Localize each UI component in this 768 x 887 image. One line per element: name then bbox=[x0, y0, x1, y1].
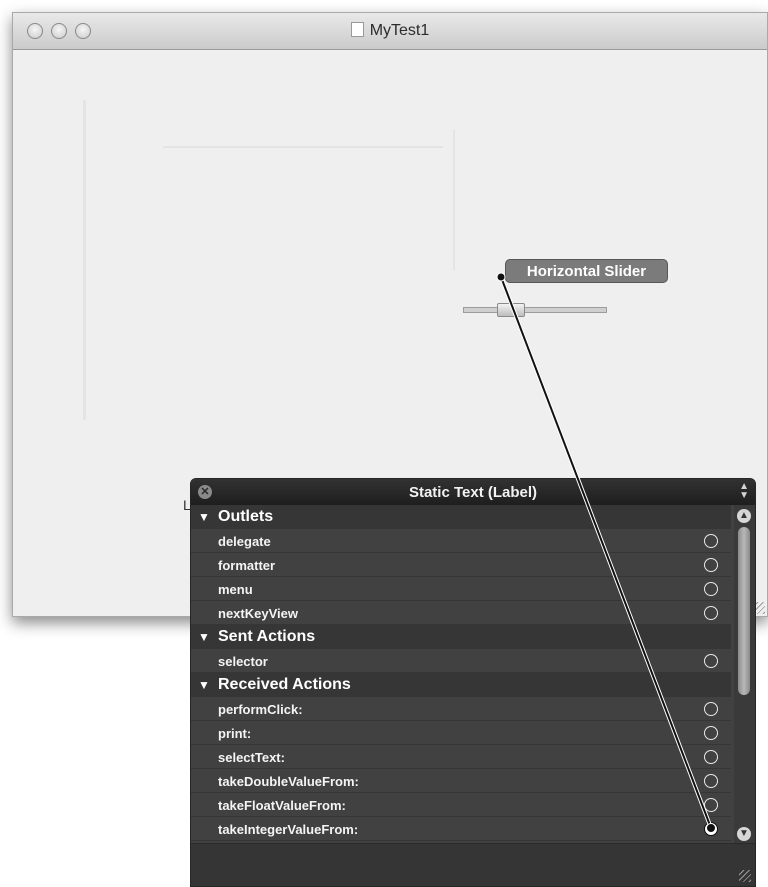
scroll-up-icon[interactable]: ▲ bbox=[737, 509, 751, 523]
hud-scrollbar[interactable]: ▲ ▼ bbox=[734, 505, 755, 845]
disclosure-triangle-icon[interactable]: ▼ bbox=[198, 630, 210, 644]
window-title-text: MyTest1 bbox=[369, 22, 430, 39]
guide-line bbox=[83, 100, 86, 420]
document-icon bbox=[350, 22, 364, 37]
outlet-row-delegate[interactable]: delegate bbox=[191, 529, 731, 553]
disclosure-triangle-icon[interactable]: ▼ bbox=[198, 510, 210, 524]
received-action-row-print[interactable]: print: bbox=[191, 721, 731, 745]
connection-circle-icon[interactable] bbox=[704, 606, 718, 620]
outlet-label: nextKeyView bbox=[218, 606, 298, 621]
outlet-row-formatter[interactable]: formatter bbox=[191, 553, 731, 577]
section-label: Outlets bbox=[218, 508, 274, 525]
received-action-row-takedoublevaluefrom[interactable]: takeDoubleValueFrom: bbox=[191, 769, 731, 793]
outlet-row-menu[interactable]: menu bbox=[191, 577, 731, 601]
received-action-row-selecttext[interactable]: selectText: bbox=[191, 745, 731, 769]
received-action-row-takefloatvaluefrom[interactable]: takeFloatValueFrom: bbox=[191, 793, 731, 817]
connection-circle-icon[interactable] bbox=[704, 534, 718, 548]
section-received-actions[interactable]: ▼ Received Actions bbox=[191, 673, 731, 697]
action-label: performClick: bbox=[218, 702, 303, 717]
section-label: Received Actions bbox=[218, 676, 351, 693]
outlet-label: menu bbox=[218, 582, 253, 597]
action-label: takeIntegerValueFrom: bbox=[218, 822, 359, 837]
connection-circle-icon[interactable] bbox=[704, 822, 718, 836]
hud-footer bbox=[191, 843, 755, 886]
window-titlebar[interactable]: MyTest1 bbox=[13, 13, 767, 50]
popup-arrows-icon[interactable]: ▲ ▼ bbox=[739, 482, 749, 501]
received-action-row-performclick[interactable]: performClick: bbox=[191, 697, 731, 721]
disclosure-triangle-icon[interactable]: ▼ bbox=[198, 678, 210, 692]
window-title: MyTest1 bbox=[13, 22, 767, 40]
connection-circle-icon[interactable] bbox=[704, 798, 718, 812]
slider-knob[interactable] bbox=[497, 303, 525, 317]
connections-panel: ✕ Static Text (Label) ▲ ▼ ▼ Outlets deleg… bbox=[190, 478, 756, 887]
connection-circle-icon[interactable] bbox=[704, 702, 718, 716]
outlet-label: delegate bbox=[218, 534, 271, 549]
scroll-down-icon[interactable]: ▼ bbox=[737, 827, 751, 841]
sent-action-row-selector[interactable]: selector bbox=[191, 649, 731, 673]
outlet-row-nextkeyview[interactable]: nextKeyView bbox=[191, 601, 731, 625]
action-label: selector bbox=[218, 654, 268, 669]
connection-circle-icon[interactable] bbox=[704, 726, 718, 740]
connection-circle-icon[interactable] bbox=[704, 750, 718, 764]
action-label: print: bbox=[218, 726, 252, 741]
screen: MyTest1 Label Horizontal Slider ✕ Static… bbox=[0, 0, 768, 887]
connections-list: ▼ Outlets delegate formatter menu nextKe… bbox=[191, 505, 731, 845]
hud-title: Static Text (Label) bbox=[408, 484, 538, 501]
slider-name-badge: Horizontal Slider bbox=[505, 259, 668, 283]
connection-circle-icon[interactable] bbox=[704, 774, 718, 788]
guide-line bbox=[163, 146, 443, 148]
connection-circle-icon[interactable] bbox=[704, 654, 718, 668]
slider-track bbox=[463, 307, 607, 313]
action-label: selectText: bbox=[218, 750, 285, 765]
received-action-row-takeintegervaluefrom[interactable]: takeIntegerValueFrom: bbox=[191, 817, 731, 841]
horizontal-slider[interactable] bbox=[463, 303, 607, 317]
section-outlets[interactable]: ▼ Outlets bbox=[191, 505, 731, 529]
action-label: takeFloatValueFrom: bbox=[218, 798, 346, 813]
hud-titlebar[interactable]: ✕ Static Text (Label) ▲ ▼ bbox=[191, 479, 755, 505]
outlet-label: formatter bbox=[218, 558, 276, 573]
connection-circle-icon[interactable] bbox=[704, 558, 718, 572]
scroll-thumb[interactable] bbox=[738, 527, 750, 695]
action-label: takeDoubleValueFrom: bbox=[218, 774, 359, 789]
resize-grip-icon[interactable] bbox=[739, 870, 751, 882]
connection-circle-icon[interactable] bbox=[704, 582, 718, 596]
section-label: Sent Actions bbox=[218, 628, 316, 645]
guide-line bbox=[453, 130, 455, 270]
section-sent-actions[interactable]: ▼ Sent Actions bbox=[191, 625, 731, 649]
